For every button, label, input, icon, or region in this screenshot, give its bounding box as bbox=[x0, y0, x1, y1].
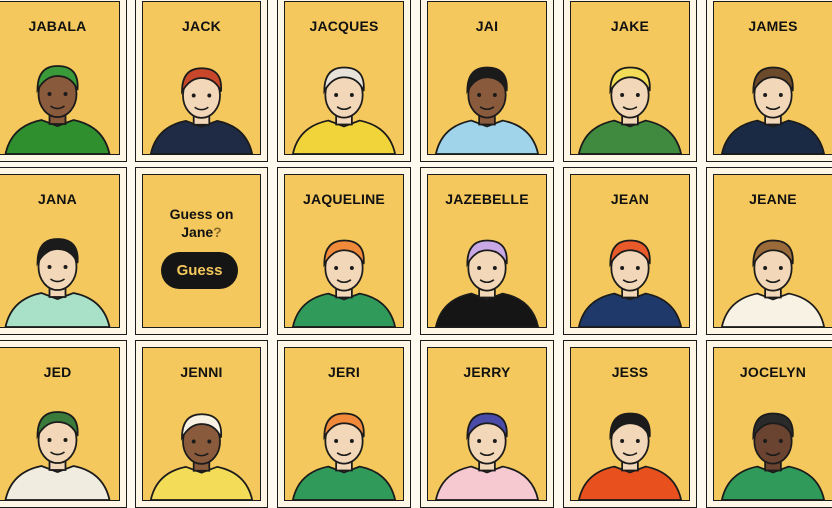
character-card[interactable]: JAZEBELLE bbox=[420, 167, 554, 335]
character-name: JACK bbox=[182, 18, 221, 34]
card-face: JENNI bbox=[142, 347, 261, 501]
glasses-woman-portrait-icon bbox=[714, 227, 832, 327]
character-name: JERI bbox=[328, 364, 360, 380]
pirate-portrait-icon bbox=[143, 54, 260, 154]
lilac-hair-portrait-icon bbox=[428, 227, 546, 327]
card-face: JOCELYN bbox=[713, 347, 832, 501]
character-name: JESS bbox=[611, 364, 649, 380]
character-card[interactable]: JAMES bbox=[706, 0, 832, 162]
character-name: JAQUELINE bbox=[303, 191, 385, 207]
character-name: JACQUES bbox=[309, 18, 379, 34]
character-name: JERRY bbox=[463, 364, 511, 380]
character-card[interactable]: JAI bbox=[420, 0, 554, 162]
sunhat-portrait-icon bbox=[143, 400, 260, 500]
character-card[interactable]: JEAN bbox=[563, 167, 697, 335]
bob-hair-portrait-icon bbox=[571, 400, 689, 500]
character-name: JAZEBELLE bbox=[445, 191, 529, 207]
character-name: JEANE bbox=[749, 191, 797, 207]
card-face: JEANE bbox=[713, 174, 832, 328]
card-face: JAZEBELLE bbox=[427, 174, 547, 328]
fisherman-portrait-icon bbox=[285, 54, 403, 154]
character-card[interactable]: JESS bbox=[563, 340, 697, 508]
character-card[interactable]: JACK bbox=[135, 0, 268, 162]
character-board: JABALA JACK JACQUES JAI JAKE JAMES JANA … bbox=[0, 0, 832, 508]
card-face: JED bbox=[0, 347, 120, 501]
card-face: JANA bbox=[0, 174, 120, 328]
blond-glasses-portrait-icon bbox=[571, 54, 689, 154]
character-name: JAMES bbox=[748, 18, 798, 34]
character-card[interactable]: JAKE bbox=[563, 0, 697, 162]
character-name: JOCELYN bbox=[739, 364, 807, 380]
beanie-portrait-icon bbox=[571, 227, 689, 327]
character-name: JABALA bbox=[28, 18, 87, 34]
character-name: JEAN bbox=[610, 191, 650, 207]
card-face: JAI bbox=[427, 1, 547, 155]
character-name: JAKE bbox=[610, 18, 650, 34]
card-face: JAMES bbox=[713, 1, 832, 155]
character-name: JED bbox=[43, 364, 72, 380]
guess-prompt-line1: Guess on bbox=[169, 206, 234, 222]
bun-portrait-icon bbox=[714, 400, 832, 500]
card-face: JABALA bbox=[0, 1, 120, 155]
character-card[interactable]: JANA bbox=[0, 167, 127, 335]
character-card[interactable]: JABALA bbox=[0, 0, 127, 162]
cap-portrait-icon bbox=[428, 400, 546, 500]
character-card[interactable]: JERI bbox=[277, 340, 411, 508]
card-face: JAKE bbox=[570, 1, 690, 155]
bun-glasses-portrait-icon bbox=[285, 400, 403, 500]
character-card[interactable]: JACQUES bbox=[277, 0, 411, 162]
card-face: JERRY bbox=[427, 347, 547, 501]
character-name: JANA bbox=[38, 191, 77, 207]
guess-card: Guess on Jane? Guess bbox=[135, 167, 268, 335]
character-card[interactable]: JERRY bbox=[420, 340, 554, 508]
character-name: JAI bbox=[475, 18, 499, 34]
sunglasses-portrait-icon bbox=[714, 54, 832, 154]
pearls-portrait-icon bbox=[285, 227, 403, 327]
sunglasses-portrait-icon bbox=[0, 227, 119, 327]
hijab-portrait-icon bbox=[0, 54, 119, 154]
card-face: JERI bbox=[284, 347, 404, 501]
man-tie-portrait-icon bbox=[428, 54, 546, 154]
card-face: JACK bbox=[142, 1, 261, 155]
guess-prompt-name: Jane bbox=[181, 224, 214, 240]
card-face: JACQUES bbox=[284, 1, 404, 155]
card-face: JAQUELINE bbox=[284, 174, 404, 328]
character-name: JENNI bbox=[180, 364, 223, 380]
guess-prompt-mark: ? bbox=[213, 224, 222, 240]
character-card[interactable]: JED bbox=[0, 340, 127, 508]
beard-beanie-portrait-icon bbox=[0, 400, 119, 500]
character-card[interactable]: JEANE bbox=[706, 167, 832, 335]
guess-button[interactable]: Guess bbox=[161, 252, 238, 289]
character-card[interactable]: JAQUELINE bbox=[277, 167, 411, 335]
card-face: JESS bbox=[570, 347, 690, 501]
guess-prompt: Guess on Jane? bbox=[143, 205, 260, 241]
character-card[interactable]: JENNI bbox=[135, 340, 268, 508]
guess-card-face: Guess on Jane? Guess bbox=[142, 174, 261, 328]
card-face: JEAN bbox=[570, 174, 690, 328]
character-card[interactable]: JOCELYN bbox=[706, 340, 832, 508]
